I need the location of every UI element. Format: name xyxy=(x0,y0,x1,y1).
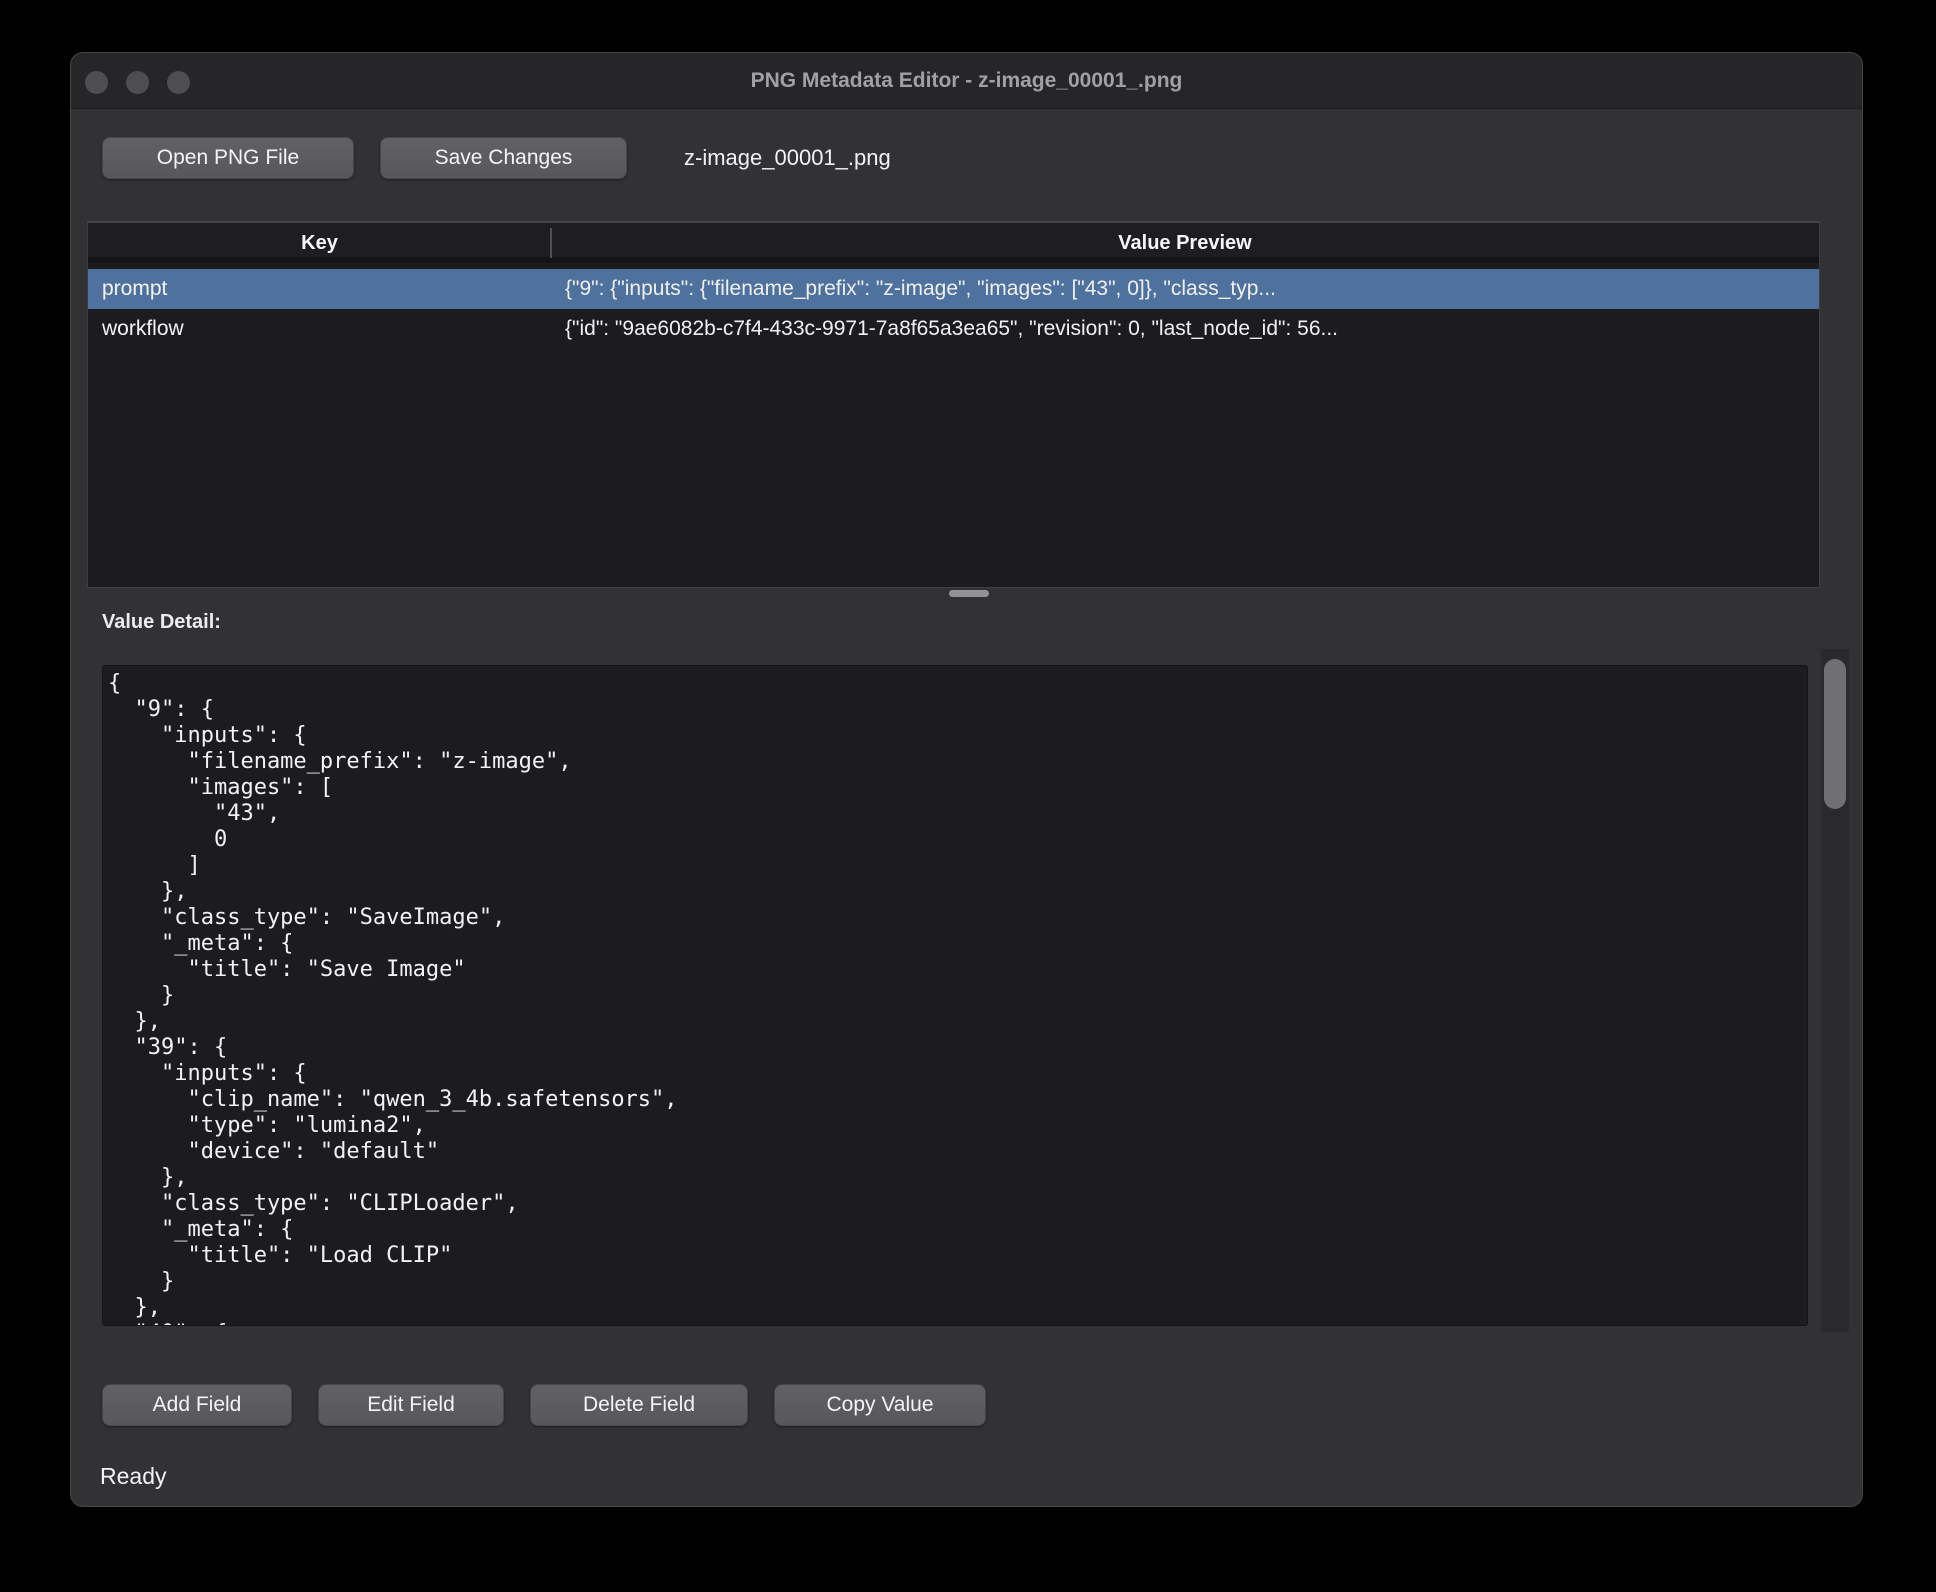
row-key-cell: workflow xyxy=(102,309,184,349)
window-title: PNG Metadata Editor - z-image_00001_.png xyxy=(71,53,1862,109)
value-detail-editor[interactable]: { "9": { "inputs": { "filename_prefix": … xyxy=(102,665,1808,1326)
value-detail-text[interactable]: { "9": { "inputs": { "filename_prefix": … xyxy=(103,666,1807,1326)
copy-value-button[interactable]: Copy Value xyxy=(774,1384,986,1426)
table-header: Key Value Preview xyxy=(88,223,1819,263)
table-row-prompt[interactable]: prompt {"9": {"inputs": {"filename_prefi… xyxy=(88,269,1819,309)
status-text: Ready xyxy=(100,1463,166,1490)
row-key-cell: prompt xyxy=(102,269,167,309)
metadata-table: Key Value Preview prompt {"9": {"inputs"… xyxy=(87,221,1820,588)
row-value-preview-cell: {"id": "9ae6082b-c7f4-433c-9971-7a8f65a3… xyxy=(565,309,1811,349)
title-bar: PNG Metadata Editor - z-image_00001_.png xyxy=(71,53,1862,109)
table-row-workflow[interactable]: workflow {"id": "9ae6082b-c7f4-433c-9971… xyxy=(88,309,1819,349)
add-field-button[interactable]: Add Field xyxy=(102,1384,292,1426)
app-window: PNG Metadata Editor - z-image_00001_.png… xyxy=(70,52,1863,1507)
value-detail-label: Value Detail: xyxy=(102,611,221,634)
column-header-key[interactable]: Key xyxy=(88,223,551,263)
row-value-preview-cell: {"9": {"inputs": {"filename_prefix": "z-… xyxy=(565,269,1811,309)
scrollbar-thumb[interactable] xyxy=(1824,659,1846,809)
vertical-scrollbar[interactable] xyxy=(1821,649,1849,1332)
splitter-handle[interactable] xyxy=(949,590,989,597)
column-header-value-preview[interactable]: Value Preview xyxy=(551,223,1819,263)
edit-field-button[interactable]: Edit Field xyxy=(318,1384,504,1426)
save-changes-button[interactable]: Save Changes xyxy=(380,137,627,179)
current-filename-label: z-image_00001_.png xyxy=(684,137,891,179)
delete-field-button[interactable]: Delete Field xyxy=(530,1384,748,1426)
open-png-file-button[interactable]: Open PNG File xyxy=(102,137,354,179)
